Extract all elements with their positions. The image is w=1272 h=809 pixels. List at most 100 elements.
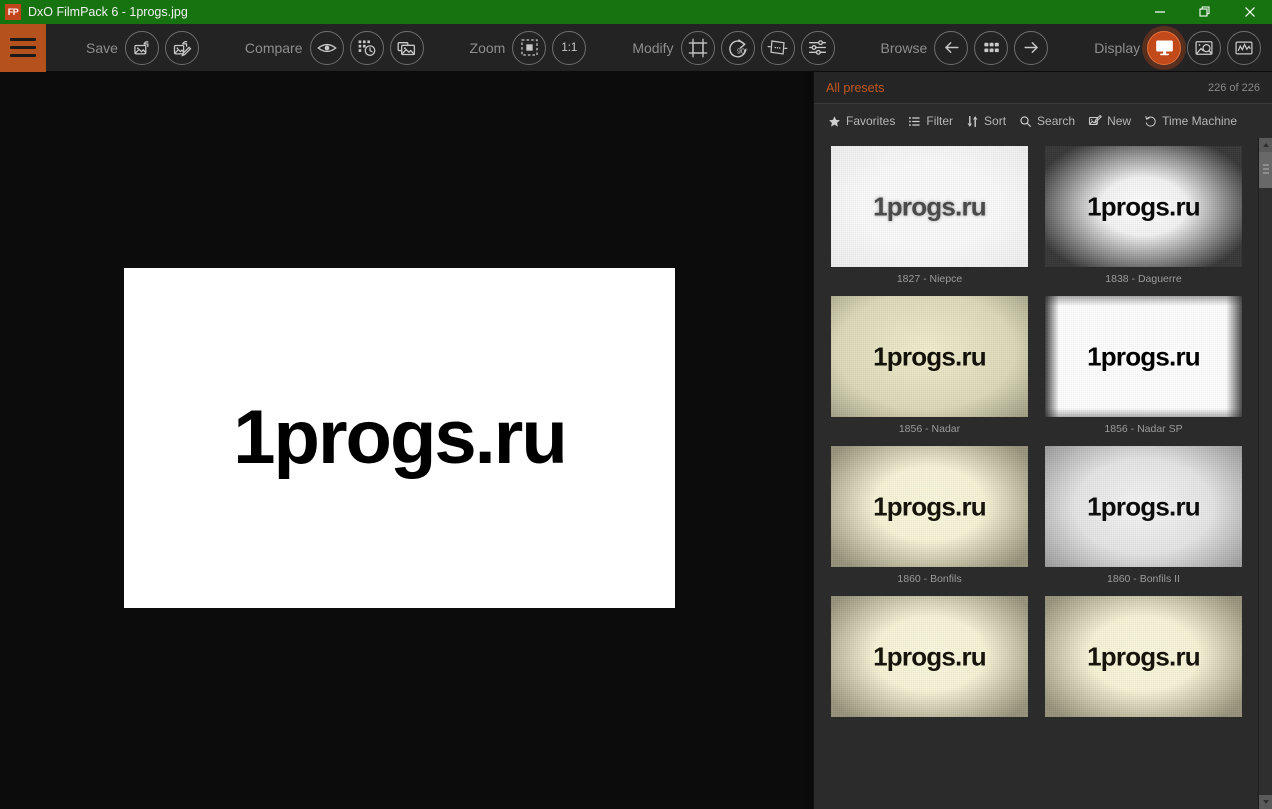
- preset-thumbnail[interactable]: 1progs.ru: [831, 146, 1028, 267]
- history-compare-icon[interactable]: [349, 30, 384, 65]
- presets-sort-button[interactable]: Sort: [966, 114, 1006, 128]
- side-by-side-icon[interactable]: [389, 30, 424, 65]
- scrollbar-down-arrow[interactable]: [1259, 795, 1272, 809]
- preset-caption: 1838 - Daguerre: [1105, 273, 1182, 285]
- crop-icon[interactable]: [680, 30, 715, 65]
- toolbar-group-zoom: Zoom 1:1: [470, 24, 593, 72]
- search-icon: [1019, 115, 1032, 128]
- preset-thumbnail[interactable]: 1progs.ru: [831, 296, 1028, 417]
- rotate-90-icon[interactable]: 90°: [720, 30, 755, 65]
- preset-item[interactable]: 1progs.ru 1856 - Nadar SP: [1045, 296, 1242, 435]
- preset-thumbnail[interactable]: 1progs.ru: [1045, 296, 1242, 417]
- thumbnail-text: 1progs.ru: [873, 491, 987, 521]
- preset-item[interactable]: 1progs.ru 1860 - Bonfils II: [1045, 446, 1242, 585]
- presets-count: 226 of 226: [1208, 81, 1260, 94]
- toolbar-group-save: Save: [86, 24, 205, 72]
- hamburger-icon[interactable]: [0, 23, 46, 72]
- arrow-right-icon[interactable]: [1014, 30, 1049, 65]
- list-filter-icon: [908, 115, 921, 128]
- main-toolbar: Save Compare Zoom 1:1 Modify 90° Browse …: [0, 23, 1272, 72]
- preset-item[interactable]: 1progs.ru 1827 - Niepce: [831, 146, 1028, 285]
- presets-filter-button[interactable]: Filter: [908, 114, 953, 128]
- preset-thumbnail[interactable]: 1progs.ru: [1045, 446, 1242, 567]
- thumbnail-text: 1progs.ru: [873, 641, 987, 671]
- scrollbar-up-arrow[interactable]: [1259, 138, 1272, 152]
- time-machine-icon: [1144, 115, 1157, 128]
- monitor-icon[interactable]: [1147, 30, 1182, 65]
- preset-thumbnail[interactable]: 1progs.ru: [831, 446, 1028, 567]
- preset-caption: 1856 - Nadar SP: [1104, 423, 1183, 435]
- sliders-icon[interactable]: [800, 30, 835, 65]
- toolbar-group-modify: Modify 90°: [632, 24, 840, 72]
- presets-sort-label: Sort: [984, 114, 1007, 128]
- image-canvas[interactable]: 1progs.ru: [0, 72, 805, 809]
- preset-item[interactable]: 1progs.ru 1838 - Daguerre: [1045, 146, 1242, 285]
- star-icon: [828, 115, 841, 128]
- grid-icon[interactable]: [974, 30, 1009, 65]
- toolbar-group-zoom-label: Zoom: [469, 39, 506, 56]
- title-bar: FP DxO FilmPack 6 - 1progs.jpg: [0, 0, 1272, 24]
- app-logo-icon: FP: [5, 4, 21, 20]
- preset-item[interactable]: 1progs.ru 1856 - Nadar: [831, 296, 1028, 435]
- presets-favorites-label: Favorites: [846, 114, 896, 128]
- preset-caption: 1856 - Nadar: [898, 423, 961, 435]
- presets-time-machine-button[interactable]: Time Machine: [1144, 114, 1237, 128]
- scrollbar-thumb[interactable]: [1259, 152, 1272, 188]
- restore-button[interactable]: [1182, 0, 1227, 24]
- one-to-one-label: 1:1: [561, 41, 578, 54]
- toolbar-group-modify-label: Modify: [632, 39, 674, 56]
- preview-image[interactable]: 1progs.ru: [124, 268, 675, 608]
- preset-caption: 1860 - Bonfils II: [1107, 573, 1180, 585]
- presets-new-button[interactable]: New: [1088, 114, 1131, 128]
- sort-arrows-icon: [966, 115, 979, 128]
- close-button[interactable]: [1227, 0, 1272, 24]
- arrow-left-icon[interactable]: [934, 30, 969, 65]
- preset-caption: 1860 - Bonfils: [897, 573, 962, 585]
- presets-grid: 1progs.ru 1827 - Niepce 1progs.ru 1838 -…: [814, 138, 1272, 723]
- preset-thumbnail[interactable]: 1progs.ru: [1045, 596, 1242, 717]
- toolbar-group-browse: Browse: [881, 24, 1055, 72]
- export-edit-image-icon[interactable]: [164, 30, 199, 65]
- svg-text:90°: 90°: [737, 48, 748, 56]
- thumbnail-text: 1progs.ru: [873, 341, 987, 371]
- loupe-icon[interactable]: [1187, 30, 1222, 65]
- preset-thumbnail[interactable]: 1progs.ru: [1045, 146, 1242, 267]
- window-title: DxO FilmPack 6 - 1progs.jpg: [28, 5, 188, 19]
- toolbar-group-browse-label: Browse: [880, 39, 928, 56]
- eye-compare-icon[interactable]: [309, 30, 344, 65]
- perspective-icon[interactable]: [760, 30, 795, 65]
- preset-item[interactable]: 1progs.ru: [831, 596, 1028, 723]
- toolbar-group-compare-label: Compare: [244, 39, 303, 56]
- thumbnail-text: 1progs.ru: [1087, 491, 1201, 521]
- export-image-icon[interactable]: [124, 30, 159, 65]
- presets-category-title[interactable]: All presets: [826, 81, 884, 95]
- presets-filter-label: Filter: [926, 114, 954, 128]
- preset-thumbnail[interactable]: 1progs.ru: [831, 596, 1028, 717]
- presets-time-machine-label: Time Machine: [1162, 114, 1238, 128]
- new-preset-icon: [1088, 114, 1103, 128]
- preset-item[interactable]: 1progs.ru 1860 - Bonfils: [831, 446, 1028, 585]
- presets-scrollbar[interactable]: [1258, 138, 1272, 809]
- toolbar-group-save-label: Save: [86, 39, 118, 56]
- presets-panel-header: All presets 226 of 226: [814, 72, 1272, 104]
- presets-grid-container[interactable]: 1progs.ru 1827 - Niepce 1progs.ru 1838 -…: [814, 138, 1272, 809]
- preset-item[interactable]: 1progs.ru: [1045, 596, 1242, 723]
- minimize-button[interactable]: [1137, 0, 1182, 24]
- presets-new-label: New: [1107, 114, 1132, 128]
- preview-image-text: 1progs.ru: [233, 395, 567, 480]
- presets-favorites-button[interactable]: Favorites: [828, 114, 895, 128]
- presets-search-label: Search: [1037, 114, 1076, 128]
- presets-toolbar: Favorites Filter Sort Search New Time Ma…: [814, 104, 1272, 138]
- toolbar-group-compare: Compare: [245, 24, 430, 72]
- one-to-one-icon[interactable]: 1:1: [552, 30, 587, 65]
- thumbnail-text: 1progs.ru: [1087, 341, 1201, 371]
- window-controls: [1137, 0, 1272, 24]
- thumbnail-text: 1progs.ru: [1087, 191, 1201, 221]
- preset-caption: 1827 - Niepce: [896, 273, 963, 285]
- thumbnail-text: 1progs.ru: [873, 191, 987, 221]
- toolbar-group-display: Display: [1094, 24, 1267, 72]
- histogram-icon[interactable]: [1227, 30, 1262, 65]
- presets-panel: All presets 226 of 226 Favorites Filter: [813, 72, 1272, 809]
- fit-to-screen-icon[interactable]: [512, 30, 547, 65]
- presets-search-button[interactable]: Search: [1019, 114, 1075, 128]
